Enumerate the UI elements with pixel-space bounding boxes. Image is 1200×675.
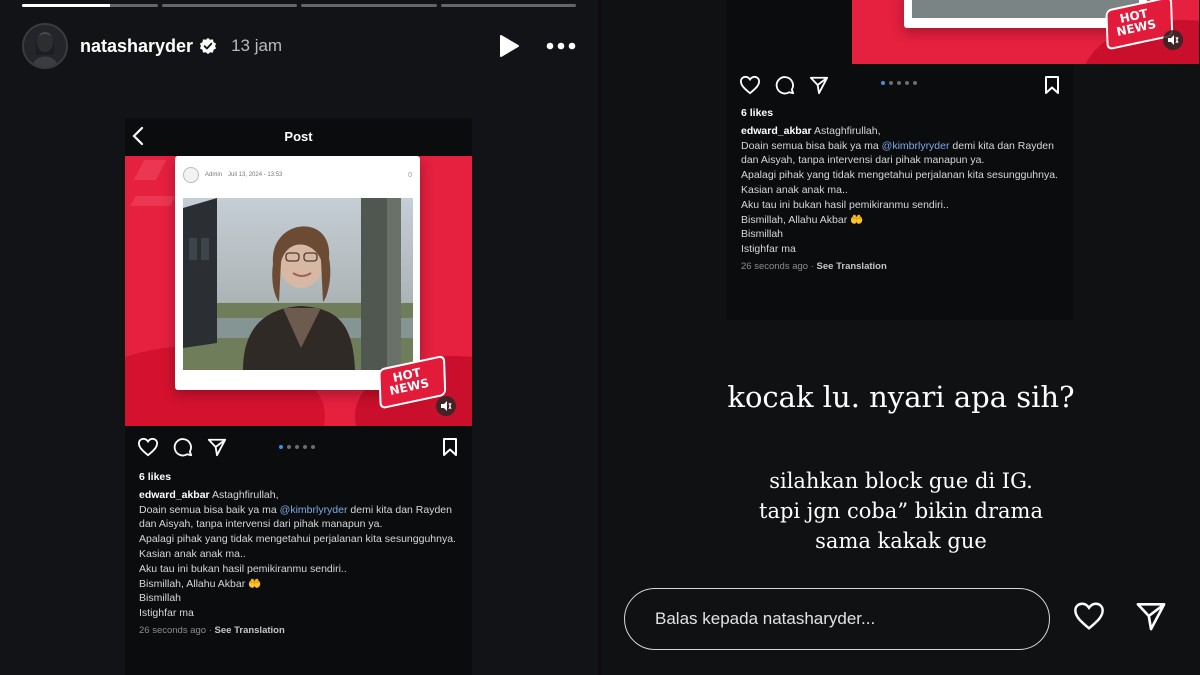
frame-author: Admin <box>205 172 223 178</box>
comment-text: Aku tau ini bukan hasil pemikiranmu send… <box>139 562 347 575</box>
comment-text: Astaghfirullah, <box>813 124 881 137</box>
comment-text: Aku tau ini bukan hasil pemikiranmu send… <box>741 198 949 211</box>
play-icon[interactable] <box>498 34 520 58</box>
comment-text: Istighfar ma <box>139 607 194 620</box>
story-text-small: silahkan block gue di IG. tapi jgn coba”… <box>759 469 1043 553</box>
hot-news-badge: HOT NEWS <box>1105 0 1174 51</box>
comment-meta: 26 seconds ago · See Translation <box>741 260 887 272</box>
post-screen-title: Post <box>284 129 313 144</box>
comment-text: Bismillah <box>741 228 784 241</box>
bookmark-icon[interactable] <box>1044 75 1060 95</box>
comment-text: Apalagi pihak yang tidak mengetahui perj… <box>139 533 456 546</box>
story-panel-left: natasharyder 13 jam Post Admin Juli 13, … <box>0 0 598 675</box>
post-topbar: Post <box>125 118 472 156</box>
reply-input[interactable] <box>655 609 1049 629</box>
frame-comment-count: 0 <box>408 171 412 179</box>
likes-count[interactable]: 6 likes <box>741 106 1060 121</box>
see-translation-link[interactable]: See Translation <box>215 625 285 636</box>
comment-username[interactable]: edward_akbar <box>741 125 812 137</box>
comment-text: Doain semua bisa baik ya ma @kimbrlyryde… <box>741 139 1054 167</box>
volume-icon[interactable] <box>1163 30 1183 50</box>
bookmark-icon[interactable] <box>442 437 458 457</box>
frame-date: Juli 13, 2024 - 13:53 <box>228 172 283 178</box>
share-icon[interactable] <box>207 437 227 457</box>
frame-avatar <box>183 167 199 183</box>
progress-segment <box>440 4 576 7</box>
embedded-post-screenshot: Post Admin Juli 13, 2024 - 13:53 0 HOT N… <box>125 118 472 675</box>
likes-count[interactable]: 6 likes <box>139 470 458 485</box>
comment-text: Bismillah <box>139 592 182 605</box>
reply-bar <box>624 588 1050 650</box>
post-caption: 6 likes edward_akbar Astaghfirullah, Doa… <box>741 106 1060 275</box>
news-photo <box>183 198 413 370</box>
heart-icon[interactable] <box>1072 601 1106 631</box>
mention-link[interactable]: @kimbrlyryder <box>882 140 950 152</box>
heart-icon[interactable] <box>137 437 159 457</box>
carousel-dots <box>881 81 917 85</box>
comment-icon[interactable] <box>173 437 193 457</box>
comment-icon[interactable] <box>775 75 795 95</box>
comment-text: Istighfar ma <box>741 243 796 256</box>
story-text-large: kocak lu. nyari apa sih? <box>727 380 1075 414</box>
news-card-image: HOT NEWS <box>852 0 1199 64</box>
more-icon[interactable] <box>546 42 576 50</box>
comment-meta: 26 seconds ago · See Translation <box>139 624 285 636</box>
news-card-image: Admin Juli 13, 2024 - 13:53 0 HOT NEWS <box>125 156 472 426</box>
post-actions <box>739 74 1060 96</box>
progress-segment <box>161 4 297 7</box>
story-time: 13 jam <box>231 36 283 55</box>
verified-icon <box>199 37 217 55</box>
comment-text: Kasian anak anak ma.. <box>139 547 246 560</box>
progress-segment <box>22 4 158 7</box>
progress-segment <box>301 4 437 7</box>
comment-text: Kasian anak anak ma.. <box>741 183 848 196</box>
embedded-post-screenshot: HOT NEWS 6 likes edward_akbar Astaghfiru… <box>727 0 1199 320</box>
heart-icon[interactable] <box>739 75 761 95</box>
hot-news-badge: HOT NEWS <box>378 354 447 410</box>
see-translation-link[interactable]: See Translation <box>817 261 887 272</box>
mention-link[interactable]: @kimbrlyryder <box>280 504 348 516</box>
comment-text: Astaghfirullah, <box>211 488 279 501</box>
carousel-dots <box>279 445 315 449</box>
comment-text: Doain semua bisa baik ya ma @kimbrlyryde… <box>139 503 452 531</box>
story-header: natasharyder 13 jam <box>22 22 576 70</box>
comment-text: Bismillah, Allahu Akbar 🤲 <box>741 213 864 226</box>
send-icon[interactable] <box>1134 600 1168 632</box>
comment-text: Bismillah, Allahu Akbar 🤲 <box>139 577 262 590</box>
share-icon[interactable] <box>809 75 829 95</box>
avatar[interactable] <box>22 23 68 69</box>
story-panel-right: HOT NEWS 6 likes edward_akbar Astaghfiru… <box>602 0 1200 675</box>
comment-username[interactable]: edward_akbar <box>139 489 210 501</box>
story-progress-bar <box>22 4 576 7</box>
story-username[interactable]: natasharyder <box>80 36 193 57</box>
news-frame: Admin Juli 13, 2024 - 13:53 0 <box>175 156 420 390</box>
post-caption: 6 likes edward_akbar Astaghfirullah, Doa… <box>139 470 458 639</box>
volume-icon[interactable] <box>436 396 456 416</box>
comment-text: Apalagi pihak yang tidak mengetahui perj… <box>741 169 1058 182</box>
